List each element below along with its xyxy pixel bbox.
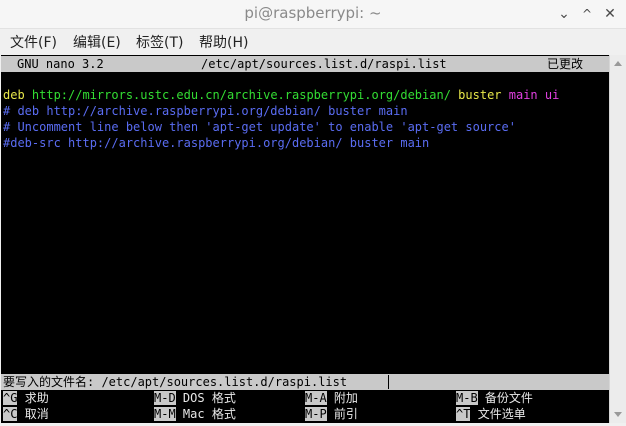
menu-file[interactable]: 文件(F) xyxy=(10,32,57,52)
shortcut-desc: 附加 xyxy=(333,391,358,405)
shortcut-desc: 求助 xyxy=(24,391,49,405)
window-title: pi@raspberrypi: ~ xyxy=(244,4,382,22)
maximize-icon[interactable]: ^ xyxy=(576,3,598,25)
shortcut-key: ^C xyxy=(3,407,18,421)
nano-version: GNU nano 3.2 xyxy=(17,57,104,71)
editor-line-comment[interactable]: # deb http://archive.raspberrypi.org/deb… xyxy=(3,103,408,119)
shortcut-desc: 文件选单 xyxy=(477,407,526,421)
line-token-dist: buster xyxy=(458,88,509,102)
text-cursor xyxy=(388,375,389,389)
line-token-url: http://mirrors.ustc.edu.cn/archive.raspb… xyxy=(31,88,459,102)
terminal-window: pi@raspberrypi: ~ ⌄ ^ ✕ 文件(F) 编辑(E) 标签(T… xyxy=(0,0,626,426)
shortcut-desc: 前引 xyxy=(333,407,358,421)
shortcut-key: ^G xyxy=(3,391,18,405)
close-icon[interactable]: ✕ xyxy=(599,3,621,25)
title-bar[interactable]: pi@raspberrypi: ~ ⌄ ^ ✕ xyxy=(0,0,626,29)
menu-edit[interactable]: 编辑(E) xyxy=(73,32,121,52)
shortcut-desc: 取消 xyxy=(24,407,49,421)
scroll-up-icon[interactable] xyxy=(614,61,622,66)
line-token-deb: deb xyxy=(3,88,32,102)
shortcut-key: M-A xyxy=(305,391,327,405)
shortcut-prepend[interactable]: M-P 前引 xyxy=(305,406,358,422)
shortcut-key: M-B xyxy=(456,391,478,405)
shortcut-dos-format[interactable]: M-D DOS 格式 xyxy=(154,390,236,406)
shortcut-key: ^T xyxy=(456,407,471,421)
editor-line-comment[interactable]: # Uncomment line below then 'apt-get upd… xyxy=(3,119,516,135)
shortcut-backup[interactable]: M-B 备份文件 xyxy=(456,390,533,406)
filename-prompt[interactable]: 要写入的文件名: /etc/apt/sources.list.d/raspi.l… xyxy=(1,374,609,390)
menu-help[interactable]: 帮助(H) xyxy=(199,32,248,52)
shortcut-key: M-M xyxy=(154,407,176,421)
shortcut-append[interactable]: M-A 附加 xyxy=(305,390,358,406)
shortcut-file-browser[interactable]: ^T 文件选单 xyxy=(456,406,526,422)
shortcut-desc: Mac 格式 xyxy=(182,407,236,421)
nano-filename: /etc/apt/sources.list.d/raspi.list xyxy=(201,57,447,71)
scroll-down-icon[interactable] xyxy=(614,412,622,417)
shortcut-desc: DOS 格式 xyxy=(182,391,236,405)
menu-tabs[interactable]: 标签(T) xyxy=(136,32,183,52)
line-token-components: main ui xyxy=(508,88,560,102)
shortcut-key: M-P xyxy=(305,407,327,421)
minimize-icon[interactable]: ⌄ xyxy=(553,3,575,25)
nano-status: 已更改 xyxy=(547,57,584,71)
shortcut-key: M-D xyxy=(154,391,176,405)
terminal-area[interactable]: GNU nano 3.2 /etc/apt/sources.list.d/ras… xyxy=(1,55,609,423)
filename-prompt-text[interactable]: 要写入的文件名: /etc/apt/sources.list.d/raspi.l… xyxy=(3,374,347,390)
editor-line-comment[interactable]: #deb-src http://archive.raspberrypi.org/… xyxy=(3,135,429,151)
editor-line[interactable]: deb http://mirrors.ustc.edu.cn/archive.r… xyxy=(3,87,559,103)
shortcut-desc: 备份文件 xyxy=(484,391,533,405)
shortcut-help[interactable]: ^G 求助 xyxy=(3,390,49,406)
shortcut-mac-format[interactable]: M-M Mac 格式 xyxy=(154,406,236,422)
menu-bar: 文件(F) 编辑(E) 标签(T) 帮助(H) xyxy=(0,29,626,55)
nano-header: GNU nano 3.2 /etc/apt/sources.list.d/ras… xyxy=(1,56,609,72)
vertical-scrollbar[interactable] xyxy=(609,55,626,423)
shortcut-cancel[interactable]: ^C 取消 xyxy=(3,406,49,422)
